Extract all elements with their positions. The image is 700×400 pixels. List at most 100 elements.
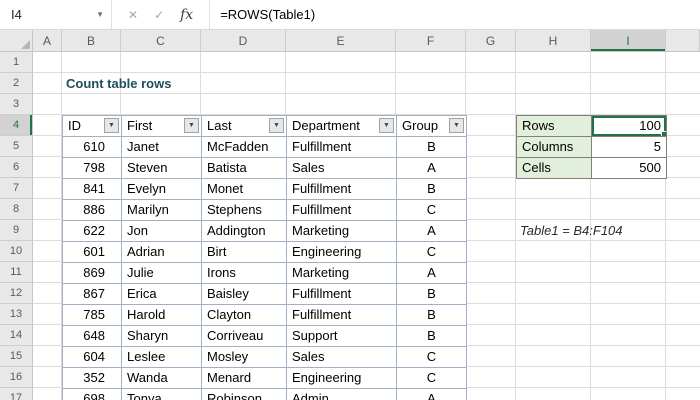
cell-id[interactable]: 886 [63,200,122,221]
cell-last[interactable]: Menard [202,368,287,389]
column-header-c[interactable]: C [121,30,201,51]
cell-id[interactable]: 610 [63,137,122,158]
cell-group[interactable]: B [397,179,467,200]
cell-group[interactable]: A [397,221,467,242]
cell-department[interactable]: Sales [287,158,397,179]
row-header-12[interactable]: 12 [0,283,33,304]
selected-cell-i4[interactable]: 100 [592,116,667,137]
cell-first[interactable]: Marilyn [122,200,202,221]
cell-last[interactable]: Corriveau [202,326,287,347]
cell-group[interactable]: B [397,326,467,347]
cell-department[interactable]: Marketing [287,263,397,284]
table-header-first[interactable]: First ▼ [122,116,202,137]
cell-first[interactable]: Janet [122,137,202,158]
cell-department[interactable]: Fulfillment [287,137,397,158]
cell-first[interactable]: Jon [122,221,202,242]
cell-group[interactable]: A [397,389,467,400]
row-header-16[interactable]: 16 [0,367,33,388]
cell-last[interactable]: Robinson [202,389,287,400]
row-header-10[interactable]: 10 [0,241,33,262]
cell-first[interactable]: Steven [122,158,202,179]
cell-department[interactable]: Admin [287,389,397,400]
cell-first[interactable]: Evelyn [122,179,202,200]
table-header-id[interactable]: ID ▼ [63,116,122,137]
row-header-17[interactable]: 17 [0,388,33,400]
cell-first[interactable]: Leslee [122,347,202,368]
filter-dropdown-icon[interactable]: ▼ [104,118,119,133]
row-header-7[interactable]: 7 [0,178,33,199]
cell-group[interactable]: A [397,263,467,284]
cell-group[interactable]: C [397,347,467,368]
column-header-a[interactable]: A [33,30,62,51]
cell-last[interactable]: Batista [202,158,287,179]
row-header-3[interactable]: 3 [0,94,33,115]
row-header-6[interactable]: 6 [0,157,33,178]
cell-id[interactable]: 798 [63,158,122,179]
title-cell[interactable]: Count table rows [66,73,171,94]
cell-department[interactable]: Fulfillment [287,179,397,200]
filter-dropdown-icon[interactable]: ▼ [449,118,464,133]
column-header-d[interactable]: D [201,30,286,51]
cell-first[interactable]: Adrian [122,242,202,263]
column-header-b[interactable]: B [62,30,121,51]
row-header-2[interactable]: 2 [0,73,33,94]
cell-id[interactable]: 352 [63,368,122,389]
cell-id[interactable]: 841 [63,179,122,200]
column-header-g[interactable]: G [466,30,516,51]
formula-input[interactable]: =ROWS(Table1) [210,0,700,29]
cell-department[interactable]: Fulfillment [287,200,397,221]
cell-department[interactable]: Fulfillment [287,284,397,305]
cell-last[interactable]: Addington [202,221,287,242]
table-header-last[interactable]: Last ▼ [202,116,287,137]
cell-last[interactable]: Mosley [202,347,287,368]
column-header-f[interactable]: F [396,30,466,51]
cancel-icon[interactable]: ✕ [128,8,138,22]
filter-dropdown-icon[interactable]: ▼ [184,118,199,133]
cell-cells-value[interactable]: 500 [592,158,667,179]
note-cell[interactable]: Table1 = B4:F104 [520,220,623,241]
cell-id[interactable]: 622 [63,221,122,242]
cell-first[interactable]: Wanda [122,368,202,389]
cell-id[interactable]: 604 [63,347,122,368]
cell-id[interactable]: 648 [63,326,122,347]
column-header-i-selected[interactable]: I [591,30,666,51]
cell-last[interactable]: Irons [202,263,287,284]
row-header-8[interactable]: 8 [0,199,33,220]
cell-id[interactable]: 698 [63,389,122,400]
cell-department[interactable]: Fulfillment [287,305,397,326]
cell-last[interactable]: Birt [202,242,287,263]
cell-department[interactable]: Support [287,326,397,347]
cell-last[interactable]: Stephens [202,200,287,221]
cell-last[interactable]: Monet [202,179,287,200]
cell-id[interactable]: 601 [63,242,122,263]
cell-group[interactable]: B [397,284,467,305]
column-header-h[interactable]: H [516,30,591,51]
cell-columns-label[interactable]: Columns [517,137,592,158]
cell-group[interactable]: B [397,305,467,326]
cell-cells-label[interactable]: Cells [517,158,592,179]
table-header-department[interactable]: Department ▼ [287,116,397,137]
insert-function-icon[interactable]: fx [180,7,193,23]
row-header-14[interactable]: 14 [0,325,33,346]
cell-first[interactable]: Tonya [122,389,202,400]
cell-id[interactable]: 785 [63,305,122,326]
column-header-e[interactable]: E [286,30,396,51]
cell-rows-label[interactable]: Rows [517,116,592,137]
name-box[interactable]: I4 ▼ [0,0,112,29]
cell-department[interactable]: Marketing [287,221,397,242]
row-header-1[interactable]: 1 [0,52,33,73]
cell-id[interactable]: 867 [63,284,122,305]
cell-department[interactable]: Engineering [287,242,397,263]
filter-dropdown-icon[interactable]: ▼ [379,118,394,133]
cell-first[interactable]: Julie [122,263,202,284]
cell-department[interactable]: Engineering [287,368,397,389]
cell-last[interactable]: Clayton [202,305,287,326]
cell-group[interactable]: C [397,242,467,263]
row-header-9[interactable]: 9 [0,220,33,241]
row-header-15[interactable]: 15 [0,346,33,367]
select-all-corner[interactable] [0,30,33,51]
row-header-5[interactable]: 5 [0,136,33,157]
cell-first[interactable]: Harold [122,305,202,326]
table-header-group[interactable]: Group ▼ [397,116,467,137]
name-box-dropdown-icon[interactable]: ▼ [90,10,104,19]
